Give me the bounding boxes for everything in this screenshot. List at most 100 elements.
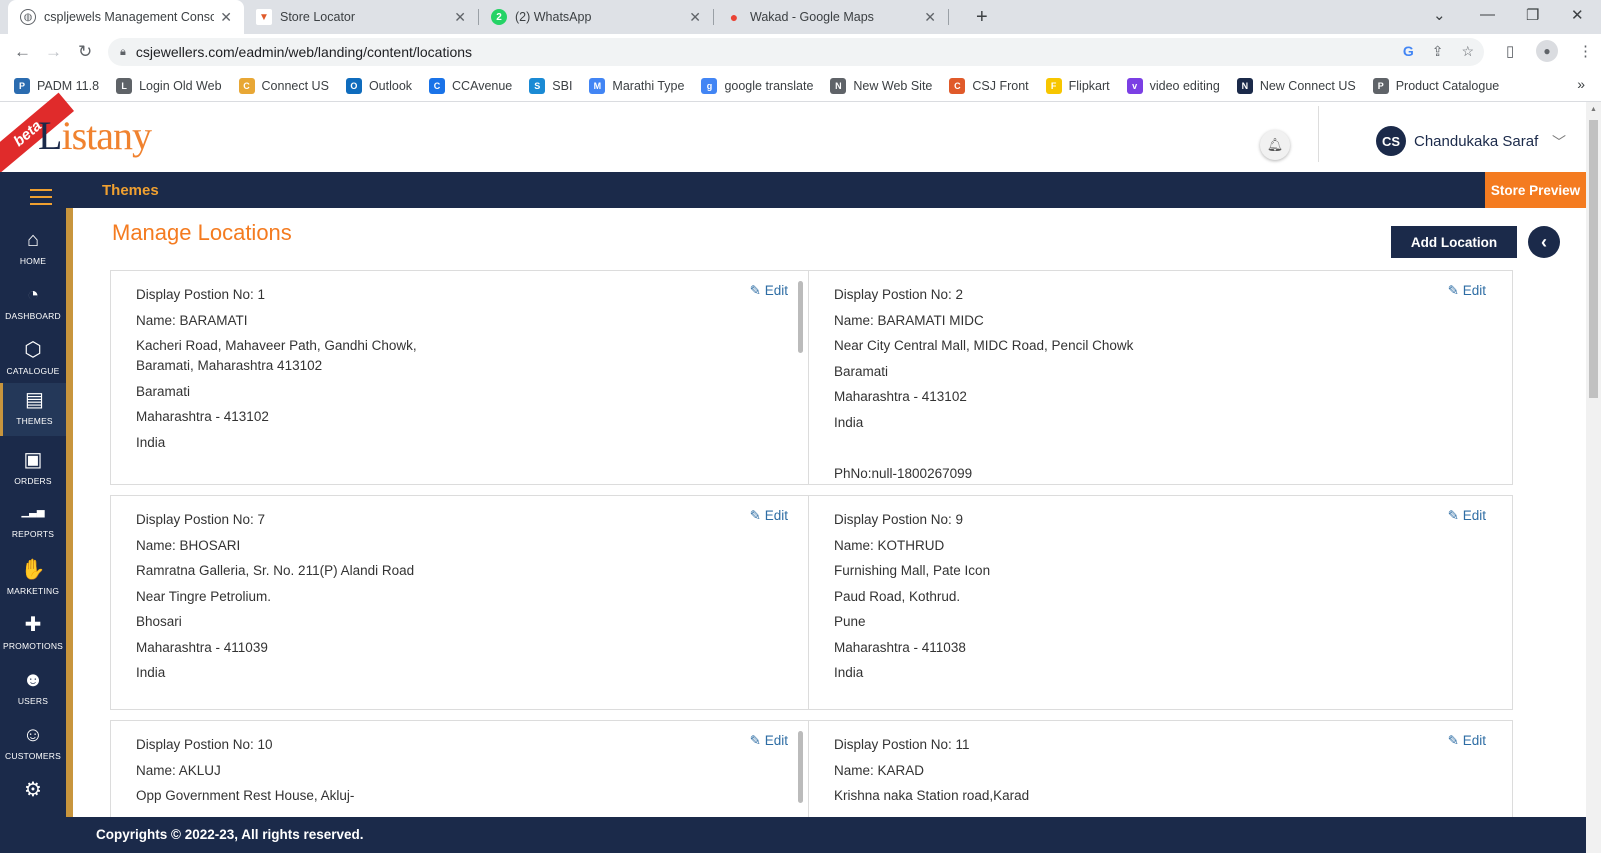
csj-icon: C bbox=[949, 77, 966, 94]
back-arrow-icon[interactable]: ← bbox=[14, 42, 31, 62]
sidebar-item-label: DASHBOARD bbox=[5, 311, 61, 321]
bookmark-item[interactable]: M Marathi Type bbox=[589, 77, 685, 94]
bookmark-label: CCAvenue bbox=[452, 78, 513, 93]
bookmark-item[interactable]: v video editing bbox=[1126, 77, 1220, 94]
address-line: PhNo:null-1800267099 bbox=[834, 465, 973, 481]
scrollbar-thumb[interactable] bbox=[1589, 120, 1598, 398]
location-name: Name: KOTHRUD bbox=[834, 537, 945, 553]
side-panel-icon[interactable]: ▯ bbox=[1506, 42, 1514, 60]
hamburger-menu-icon[interactable] bbox=[30, 189, 52, 210]
lock-icon[interactable]: 🔒︎ bbox=[120, 46, 126, 59]
google-g-icon[interactable]: G bbox=[1403, 43, 1414, 60]
share-icon[interactable]: ⇪ bbox=[1432, 43, 1444, 60]
sidebar-item-orders[interactable]: ▣ ORDERS bbox=[0, 448, 66, 486]
bookmark-item[interactable]: P Product Catalogue bbox=[1372, 77, 1499, 94]
bookmark-label: Marathi Type bbox=[612, 78, 685, 93]
new-tab-button[interactable]: + bbox=[976, 6, 988, 29]
sidebar-item-home[interactable]: ⌂ HOME bbox=[0, 228, 66, 266]
bookmark-item[interactable]: g google translate bbox=[701, 77, 813, 94]
browser-tab[interactable]: 2 (2) WhatsApp ✕ bbox=[479, 0, 713, 34]
store-preview-button[interactable]: Store Preview bbox=[1485, 172, 1586, 208]
sidebar-item-themes[interactable]: ▤ THEMES bbox=[0, 383, 66, 436]
edit-label: Edit bbox=[1462, 508, 1486, 523]
bookmark-label: New Web Site bbox=[853, 78, 933, 93]
add-location-button[interactable]: Add Location bbox=[1391, 226, 1517, 258]
sidebar-item-reports[interactable]: ▁▃▅ REPORTS bbox=[0, 501, 66, 539]
catalogue-icon: ⬡ bbox=[24, 339, 42, 361]
edit-location-link[interactable]: ✎ Edit bbox=[1448, 733, 1486, 749]
bookmark-label: Connect US bbox=[261, 78, 329, 93]
forward-arrow-icon[interactable]: → bbox=[45, 42, 62, 62]
bookmark-item[interactable]: O Outlook bbox=[345, 77, 412, 94]
close-tab-icon[interactable]: ✕ bbox=[454, 9, 466, 26]
address-line: India bbox=[834, 414, 864, 430]
sidebar-item-dashboard[interactable]: ◔ DASHBOARD bbox=[0, 283, 66, 321]
bookmark-item[interactable]: N New Connect US bbox=[1236, 77, 1356, 94]
bookmark-item[interactable]: C Connect US bbox=[238, 77, 329, 94]
edit-label: Edit bbox=[764, 508, 788, 523]
sidebar-item-catalogue[interactable]: ⬡ CATALOGUE bbox=[0, 338, 66, 376]
more-bookmarks-icon[interactable]: » bbox=[1577, 76, 1585, 92]
users-icon: ☻ bbox=[22, 669, 44, 691]
sidebar-item-customers[interactable]: ☺ CUSTOMERS bbox=[0, 723, 66, 761]
sidebar-item-label: ORDERS bbox=[14, 476, 52, 486]
sidebar-item-marketing[interactable]: ✋ MARKETING bbox=[0, 558, 66, 596]
bookmark-star-icon[interactable]: ☆ bbox=[1461, 43, 1474, 60]
minimize-icon[interactable]: — bbox=[1480, 6, 1495, 23]
notification-bell-icon[interactable]: 🔔︎ bbox=[1260, 130, 1290, 160]
user-name[interactable]: Chandukaka Saraf bbox=[1414, 133, 1538, 150]
sbi-icon: S bbox=[529, 77, 546, 94]
tab-separator bbox=[948, 9, 949, 25]
browser-tab[interactable]: ▼ Store Locator ✕ bbox=[244, 0, 478, 34]
card-scrollbar[interactable] bbox=[798, 281, 803, 353]
globe-icon: N bbox=[830, 77, 847, 94]
browser-toolbar: ← → ↻ 🔒︎ csjewellers.com/eadmin/web/land… bbox=[0, 34, 1601, 70]
orders-icon: ▣ bbox=[23, 449, 43, 471]
location-card: Display Postion No: 7 Name: BHOSARI Ramrat… bbox=[110, 495, 815, 710]
sidebar-item-promotions[interactable]: ✚ PROMOTIONS bbox=[0, 613, 66, 651]
bookmark-item[interactable]: P PADM 11.8 bbox=[14, 77, 99, 94]
back-chevron-icon[interactable]: ‹ bbox=[1528, 226, 1560, 258]
close-tab-icon[interactable]: ✕ bbox=[220, 9, 232, 26]
bookmark-item[interactable]: N New Web Site bbox=[830, 77, 933, 94]
edit-location-link[interactable]: ✎ Edit bbox=[1448, 283, 1486, 299]
browser-tab[interactable]: ● Wakad - Google Maps ✕ bbox=[714, 0, 948, 34]
home-icon: ⌂ bbox=[26, 229, 40, 251]
close-tab-icon[interactable]: ✕ bbox=[689, 9, 701, 26]
bookmark-item[interactable]: L Login Old Web bbox=[116, 77, 222, 94]
address-line: Near City Central Mall, MIDC Road, Penci… bbox=[834, 338, 1134, 353]
address-line: India bbox=[834, 665, 864, 680]
edit-location-link[interactable]: ✎ Edit bbox=[750, 283, 788, 299]
reload-icon[interactable]: ↻ bbox=[78, 42, 92, 62]
edit-location-link[interactable]: ✎ Edit bbox=[750, 733, 788, 749]
profile-icon[interactable]: ● bbox=[1536, 40, 1558, 62]
avatar[interactable]: CS bbox=[1376, 126, 1406, 156]
react-icon: N bbox=[1236, 77, 1253, 94]
menu-kebab-icon[interactable]: ⋮ bbox=[1578, 42, 1593, 60]
reports-icon: ▁▃▅ bbox=[21, 507, 45, 518]
close-tab-icon[interactable]: ✕ bbox=[924, 9, 936, 26]
chevron-down-icon[interactable]: ﹀ bbox=[1552, 132, 1566, 152]
browser-tab[interactable]: ◍ cspljewels Management Console ✕ bbox=[8, 0, 244, 34]
bookmark-item[interactable]: C CCAvenue bbox=[429, 77, 513, 94]
card-scrollbar[interactable] bbox=[798, 731, 803, 803]
flipkart-icon: F bbox=[1045, 77, 1062, 94]
tab-search-icon[interactable]: ⌄ bbox=[1433, 6, 1446, 24]
bookmark-item[interactable]: S SBI bbox=[529, 77, 572, 94]
location-card: Display Postion No: 11 Name: KARAD Krishna… bbox=[808, 720, 1513, 817]
page-scrollbar[interactable]: ▲ bbox=[1586, 102, 1601, 853]
maximize-icon[interactable]: ❐ bbox=[1526, 6, 1539, 24]
bookmark-item[interactable]: C CSJ Front bbox=[949, 77, 1029, 94]
address-line: Furnishing Mall, Pate Icon bbox=[834, 563, 991, 578]
sidebar-item-settings[interactable]: ⚙ bbox=[0, 778, 66, 802]
address-bar[interactable]: 🔒︎ csjewellers.com/eadmin/web/landing/co… bbox=[108, 38, 1484, 66]
listany-logo[interactable]: Listany bbox=[38, 112, 152, 159]
sidebar-item-label: PROMOTIONS bbox=[2, 641, 64, 651]
close-window-icon[interactable]: ✕ bbox=[1571, 6, 1584, 24]
bookmark-item[interactable]: F Flipkart bbox=[1045, 77, 1110, 94]
sidebar-item-users[interactable]: ☻ USERS bbox=[0, 668, 66, 706]
url-text: csjewellers.com/eadmin/web/landing/conte… bbox=[135, 44, 473, 60]
edit-location-link[interactable]: ✎ Edit bbox=[1448, 508, 1486, 524]
scroll-up-arrow-icon[interactable]: ▲ bbox=[1590, 106, 1597, 113]
edit-location-link[interactable]: ✎ Edit bbox=[750, 508, 788, 524]
